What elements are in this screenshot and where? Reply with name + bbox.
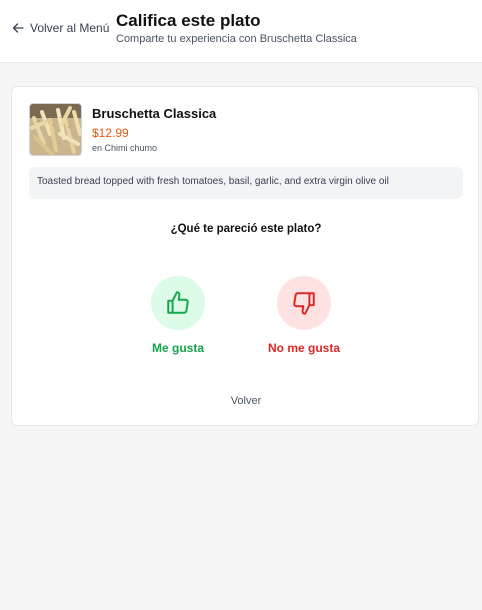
back-button[interactable]: Volver [12, 395, 480, 407]
dislike-button[interactable] [277, 276, 331, 330]
rating-question: ¿Qué te pareció este plato? [170, 223, 322, 235]
arrow-left-icon [12, 23, 24, 33]
page-header: Volver al Menú Califica este plato Compa… [0, 0, 482, 63]
header-titles: Califica este plato Comparte tu experien… [116, 11, 357, 45]
rating-card: Bruschetta Classica $12.99 en Chimi chum… [11, 86, 479, 426]
like-label[interactable]: Me gusta [108, 341, 248, 355]
thumbs-up-icon [167, 291, 189, 314]
thumbs-down-icon [293, 292, 315, 315]
like-button[interactable] [151, 276, 205, 330]
dish-price: $12.99 [92, 126, 129, 140]
dislike-label[interactable]: No me gusta [234, 341, 374, 355]
page-subtitle: Comparte tu experiencia con Bruschetta C… [116, 33, 357, 45]
back-to-menu-label: Volver al Menú [30, 21, 110, 35]
dish-description: Toasted bread topped with fresh tomatoes… [29, 167, 463, 199]
dish-name: Bruschetta Classica [92, 106, 217, 121]
pasta-image [30, 104, 81, 155]
back-to-menu-link[interactable]: Volver al Menú [12, 21, 109, 35]
dish-image [29, 103, 82, 156]
page-title: Califica este plato [116, 11, 261, 30]
dish-restaurant: en Chimi chumo [92, 143, 158, 153]
